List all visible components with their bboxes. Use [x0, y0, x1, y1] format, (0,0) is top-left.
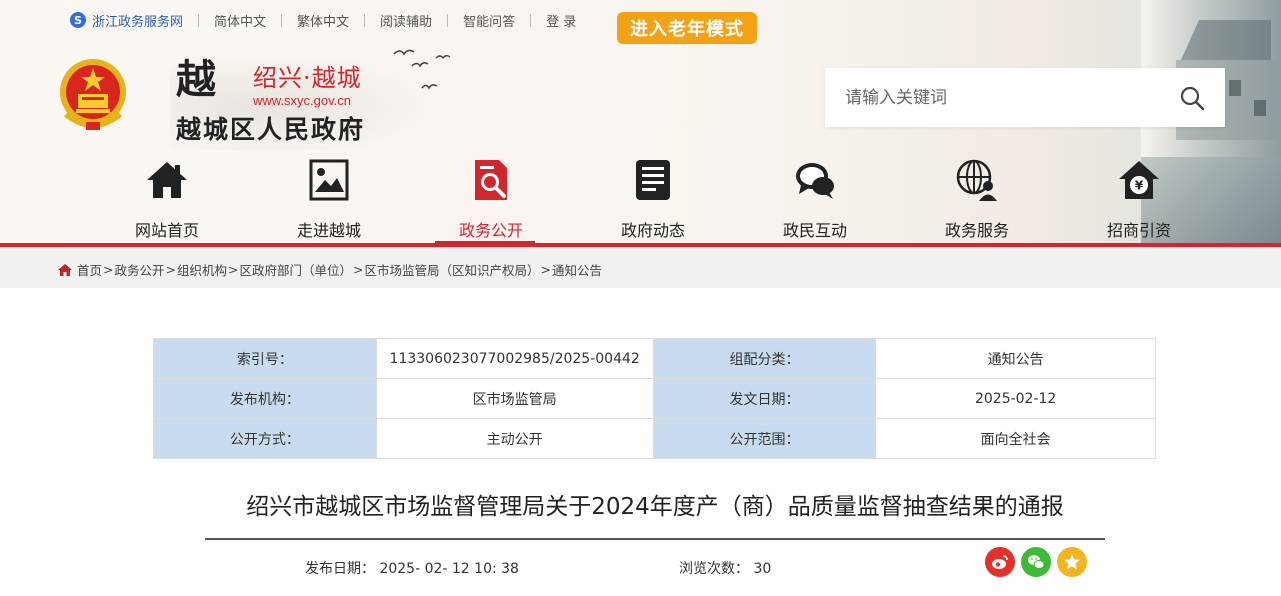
view-count: 30	[753, 561, 772, 577]
nav-item-home[interactable]: 网站首页	[86, 150, 248, 246]
weibo-share-button[interactable]	[985, 547, 1015, 577]
simplified-chinese-link[interactable]: 简体中文	[214, 11, 266, 30]
main-nav: 网站首页 走进越城 政务公开 政府动态 政民互动 政务服务 ¥ 招商引资	[86, 150, 1221, 246]
search-box	[825, 68, 1225, 127]
star-icon	[1064, 554, 1080, 570]
breadcrumb-departments[interactable]: 区政府部门（单位）	[240, 260, 353, 279]
nav-label: 政务公开	[458, 221, 523, 240]
meta-value: 113306023077002985/2025-00442	[375, 338, 654, 379]
meta-value: 通知公告	[875, 338, 1156, 379]
logo-url: www.sxyc.gov.cn	[253, 93, 352, 108]
meta-key: 公开方式：	[153, 418, 377, 459]
meta-key: 公开范围：	[652, 418, 877, 459]
publish-date: 2025- 02- 12 10: 38	[379, 561, 519, 577]
title-divider	[205, 538, 1105, 540]
table-row: 发布机构： 区市场监管局 发文日期： 2025-02-12	[153, 378, 1156, 419]
picture-icon	[309, 159, 349, 201]
nav-label: 政民互动	[782, 221, 847, 240]
home-icon	[58, 263, 72, 276]
nav-label: 招商引资	[1106, 221, 1171, 240]
publish-info: 发布日期： 2025- 02- 12 10: 38	[305, 558, 519, 578]
breadcrumb-market-bureau[interactable]: 区市场监管局（区知识产权局）	[365, 260, 540, 279]
article-title: 绍兴市越城区市场监督管理局关于2024年度产（商）品质量监督抽查结果的通报	[246, 494, 1064, 520]
nav-item-gov-services[interactable]: 政务服务	[896, 150, 1058, 246]
logo-city-name: 绍兴·越城	[253, 64, 362, 92]
elder-mode-button[interactable]: 进入老年模式	[617, 12, 757, 44]
favorite-button[interactable]	[1057, 547, 1087, 577]
wechat-share-button[interactable]	[1021, 547, 1051, 577]
nav-label: 政务服务	[944, 221, 1009, 240]
news-icon	[636, 160, 670, 200]
document-meta-table: 索引号： 113306023077002985/2025-00442 组配分类：…	[153, 338, 1156, 459]
weibo-icon	[992, 555, 1008, 569]
table-row: 索引号： 113306023077002985/2025-00442 组配分类：…	[153, 338, 1156, 379]
globe-person-icon	[956, 159, 997, 201]
breadcrumb-bar: 首页 > 政务公开 > 组织机构 > 区政府部门（单位） > 区市场监管局（区知识产权局…	[0, 247, 1281, 288]
view-count-info: 浏览次数： 30	[679, 558, 771, 578]
search-icon[interactable]	[1179, 85, 1205, 111]
zhejiang-service-icon: S	[70, 12, 86, 28]
meta-key: 索引号：	[153, 338, 377, 379]
top-bar: S 浙江政务服务网 简体中文 繁体中文 阅读辅助 智能问答 登 录	[70, 10, 576, 30]
share-buttons	[985, 547, 1087, 577]
breadcrumb: 首页 > 政务公开 > 组织机构 > 区政府部门（单位） > 区市场监管局（区知识产权局…	[58, 260, 602, 279]
yuan-house-icon: ¥	[1119, 161, 1159, 199]
nav-label: 网站首页	[134, 221, 199, 240]
table-row: 公开方式： 主动公开 公开范围： 面向全社会	[153, 418, 1156, 459]
svg-text:¥: ¥	[1135, 179, 1144, 193]
breadcrumb-org[interactable]: 组织机构	[177, 260, 227, 279]
document-search-icon	[475, 160, 507, 200]
breadcrumb-home[interactable]: 首页	[77, 260, 102, 279]
login-link[interactable]: 登 录	[546, 11, 576, 30]
nav-label: 政府动态	[620, 221, 685, 240]
logo-mark: 越	[176, 56, 216, 103]
breadcrumb-notices[interactable]: 通知公告	[552, 260, 602, 279]
meta-key: 发文日期：	[652, 378, 877, 419]
publish-date-label: 发布日期：	[305, 561, 375, 577]
nav-label: 走进越城	[296, 221, 361, 240]
national-emblem-icon	[60, 59, 126, 130]
traditional-chinese-link[interactable]: 繁体中文	[297, 11, 349, 30]
home-icon	[147, 162, 187, 198]
nav-item-interaction[interactable]: 政民互动	[734, 150, 896, 246]
search-input[interactable]	[825, 68, 1165, 127]
view-count-label: 浏览次数：	[679, 561, 749, 577]
nav-item-gov-news[interactable]: 政府动态	[572, 150, 734, 246]
meta-value: 面向全社会	[875, 418, 1156, 459]
meta-value: 2025-02-12	[875, 378, 1156, 419]
meta-key: 发布机构：	[153, 378, 377, 419]
meta-value: 区市场监管局	[375, 378, 654, 419]
meta-key: 组配分类：	[652, 338, 877, 379]
wechat-icon	[1028, 555, 1045, 569]
reading-assist-link[interactable]: 阅读辅助	[380, 11, 432, 30]
nav-item-about-yuecheng[interactable]: 走进越城	[248, 150, 410, 246]
zhejiang-service-link[interactable]: 浙江政务服务网	[92, 11, 183, 30]
smart-qa-link[interactable]: 智能问答	[463, 11, 515, 30]
meta-value: 主动公开	[375, 418, 654, 459]
nav-item-investment[interactable]: ¥ 招商引资	[1058, 150, 1220, 246]
birds-decoration	[393, 49, 451, 90]
breadcrumb-gov-open[interactable]: 政务公开	[115, 260, 165, 279]
nav-item-gov-affairs-open[interactable]: 政务公开	[410, 150, 572, 246]
site-name: 越城区人民政府	[176, 115, 366, 144]
chat-icon	[796, 163, 834, 199]
